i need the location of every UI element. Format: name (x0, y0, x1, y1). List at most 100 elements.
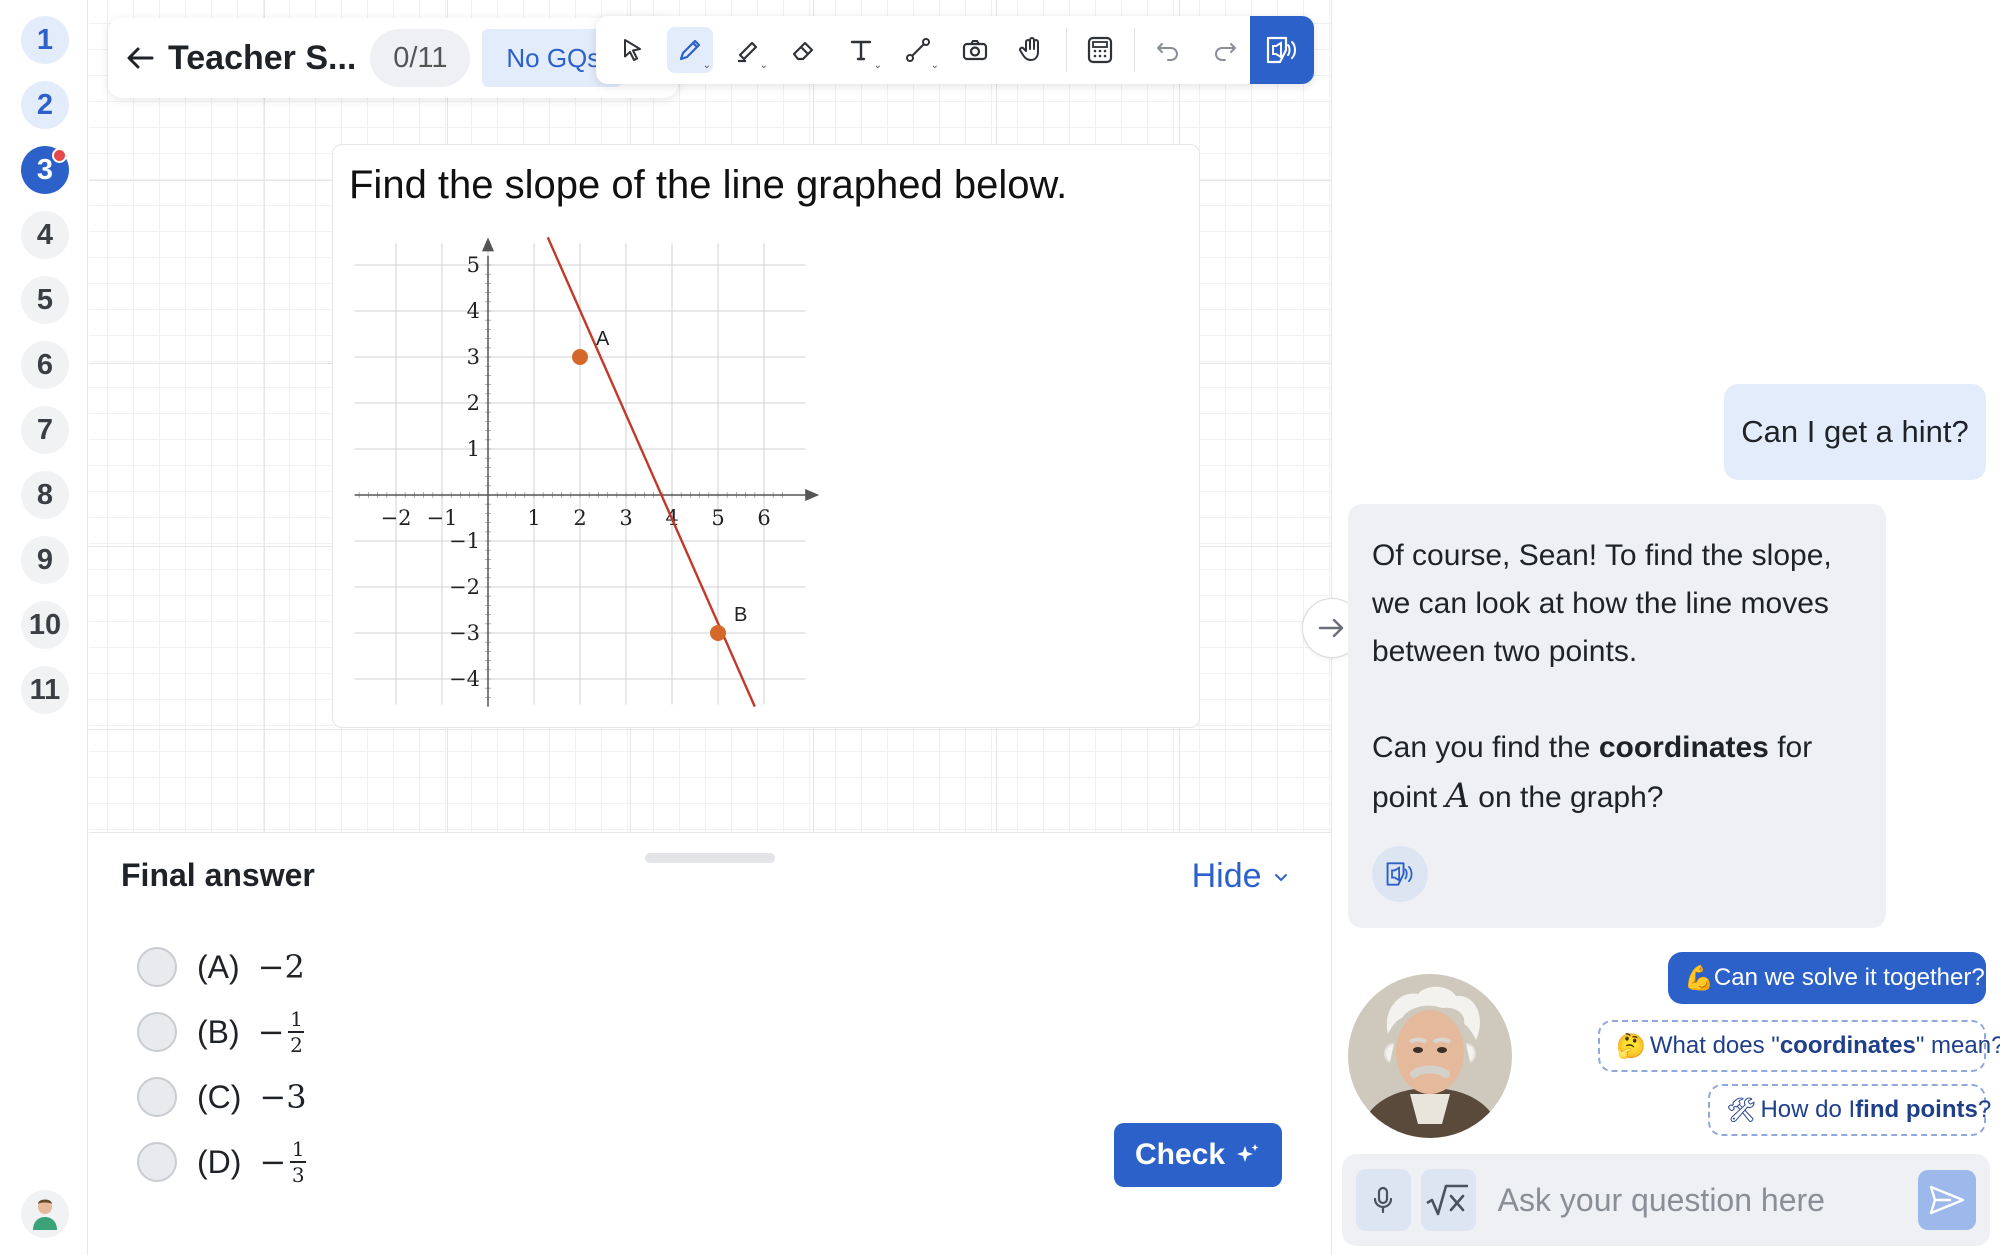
choice-label: (D) (197, 1143, 242, 1180)
user-avatar[interactable] (21, 1190, 69, 1238)
undo-icon (1157, 43, 1178, 61)
highlighter-tool-button[interactable]: ⌄ (724, 27, 770, 73)
microphone-icon (1374, 1186, 1393, 1214)
question-nav-5[interactable]: 5 (21, 276, 69, 324)
x-tick-label: 2 (573, 506, 586, 530)
choice-value: −2 (257, 948, 305, 986)
question-nav-11[interactable]: 11 (21, 666, 69, 714)
line-tool-button[interactable]: ⌄ (895, 27, 941, 73)
question-nav-1[interactable]: 1 (21, 16, 69, 64)
tutor-message: Of course, Sean! To find the slope, we c… (1348, 504, 1886, 928)
hide-button[interactable]: Hide (1192, 857, 1291, 896)
choice-radio[interactable] (137, 947, 177, 987)
text-icon (850, 40, 872, 61)
question-nav-10[interactable]: 10 (21, 601, 69, 649)
read-aloud-button[interactable] (1250, 16, 1314, 84)
chevron-down-icon: ⌄ (759, 60, 768, 71)
choice-radio[interactable] (137, 1012, 177, 1052)
numerator: 1 (291, 1137, 305, 1161)
hand-tool-button[interactable] (1009, 27, 1055, 73)
choice-b[interactable]: (B) − 1 2 (137, 1009, 305, 1055)
read-aloud-icon (1266, 36, 1296, 64)
suggestion-text: Can we solve it together? (1713, 964, 1985, 991)
question-nav-7[interactable]: 7 (21, 406, 69, 454)
user-avatar-icon (33, 1199, 57, 1230)
tutor-message-line: Of course, Sean! To find the slope, we c… (1372, 539, 1832, 668)
thinking-emoji-icon: 🤔 (1616, 1032, 1646, 1060)
choice-c[interactable]: (C) −3 (137, 1075, 307, 1119)
fraction: 1 3 (290, 1137, 307, 1187)
play-message-audio-button[interactable] (1372, 846, 1428, 902)
choice-label: (C) (197, 1078, 242, 1115)
fraction: 1 2 (288, 1009, 305, 1055)
line-segment-icon (906, 38, 930, 62)
y-tick-label: 5 (467, 253, 480, 277)
choice-value: −3 (259, 1078, 307, 1116)
tools-emoji-icon: 🛠 (1726, 1096, 1757, 1124)
text-run: Can you find the (1372, 731, 1599, 764)
progress-badge: 0/11 (370, 29, 471, 87)
point-label-b: B (734, 604, 747, 626)
hand-icon (1019, 37, 1039, 61)
chevron-down-icon: ⌄ (873, 60, 882, 71)
question-nav-8[interactable]: 8 (21, 471, 69, 519)
x-tick-label: −2 (381, 506, 412, 530)
redo-icon (1215, 43, 1236, 61)
suggestion-chip[interactable]: 💪 Can we solve it together? (1668, 952, 1986, 1004)
check-button[interactable]: Check (1114, 1123, 1282, 1187)
y-tick-label: −2 (449, 575, 480, 599)
square-root-icon (1426, 1184, 1469, 1216)
choice-radio[interactable] (137, 1077, 177, 1117)
x-axis-arrow (805, 489, 820, 501)
denominator: 3 (291, 1163, 305, 1187)
math-variable: A (1445, 776, 1470, 816)
notification-dot (52, 148, 67, 163)
x-tick-label: 3 (619, 506, 632, 530)
undo-button[interactable] (1145, 27, 1191, 73)
suggestion-chip[interactable]: 🤔 What does " coordinates " mean? (1598, 1020, 2000, 1072)
eraser-tool-button[interactable] (781, 27, 827, 73)
toolbar-divider (1066, 28, 1067, 72)
choice-a[interactable]: (A) −2 (137, 945, 305, 989)
y-tick-label: 1 (467, 437, 480, 461)
question-nav-9[interactable]: 9 (21, 536, 69, 584)
pen-tool-button[interactable]: ⌄ (667, 27, 713, 73)
tutor-portrait-icon (1348, 974, 1512, 1138)
microphone-button[interactable] (1356, 1169, 1411, 1231)
calculator-icon (1087, 36, 1113, 64)
question-nav-4[interactable]: 4 (21, 211, 69, 259)
tutor-avatar (1348, 974, 1512, 1138)
calculator-tool-button[interactable] (1077, 27, 1123, 73)
arrow-right-icon (1318, 618, 1344, 638)
redo-button[interactable] (1202, 27, 1248, 73)
chat-input[interactable] (1485, 1170, 1918, 1230)
back-button[interactable] (120, 38, 160, 78)
suggestion-text: " mean? (1915, 1032, 2000, 1059)
choice-label: (A) (197, 948, 240, 985)
hide-label: Hide (1191, 857, 1262, 895)
choice-d[interactable]: (D) − 1 3 (137, 1137, 307, 1187)
pen-icon (679, 39, 701, 61)
minus-sign: − (259, 1143, 287, 1181)
math-input-button[interactable] (1420, 1169, 1476, 1231)
select-tool-button[interactable] (610, 27, 656, 73)
choice-radio[interactable] (137, 1142, 177, 1182)
send-button[interactable] (1917, 1170, 1977, 1230)
point-a (572, 349, 588, 365)
chevron-down-icon: ⌄ (930, 60, 939, 71)
camera-tool-button[interactable] (952, 27, 998, 73)
read-aloud-icon (1386, 862, 1413, 886)
choice-value: − 1 2 (258, 1009, 305, 1055)
y-tick-label: −4 (449, 667, 480, 691)
text-tool-button[interactable]: ⌄ (838, 27, 884, 73)
panel-drag-handle[interactable] (645, 853, 775, 863)
question-nav-6[interactable]: 6 (21, 341, 69, 389)
y-tick-label: 3 (467, 345, 480, 369)
suggestion-text: ? (1977, 1096, 1992, 1123)
x-tick-label: −1 (427, 506, 458, 530)
suggestion-chip[interactable]: 🛠 How do I find points? (1708, 1084, 1991, 1136)
choice-label: (B) (197, 1013, 240, 1050)
question-nav-3[interactable]: 3 (21, 146, 69, 194)
chat-composer (1342, 1154, 1990, 1246)
question-nav-2[interactable]: 2 (21, 81, 69, 129)
